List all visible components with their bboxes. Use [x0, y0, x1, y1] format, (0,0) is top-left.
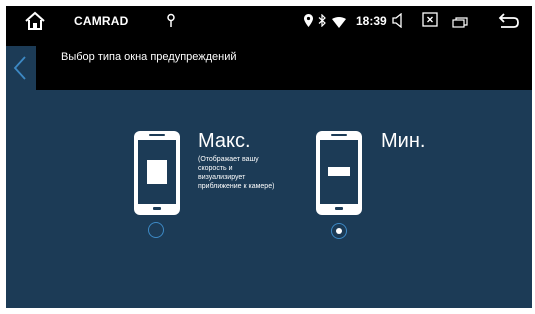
status-bar: CAMRAD 18:39	[6, 6, 532, 36]
phone-speaker	[149, 134, 165, 136]
location-icon	[304, 14, 313, 27]
wifi-icon	[332, 15, 346, 28]
min-phone-icon[interactable]	[316, 131, 362, 215]
page-title: Выбор типа окна предупреждений	[61, 51, 237, 63]
close-box-icon[interactable]	[422, 12, 438, 28]
screen: CAMRAD 18:39 Выбор типа окна предупрежде…	[6, 6, 532, 308]
clock: 18:39	[356, 14, 387, 28]
volume-icon[interactable]	[392, 12, 408, 29]
phone-home-button	[335, 207, 343, 210]
phone-speaker	[331, 134, 347, 136]
bluetooth-icon	[318, 13, 327, 28]
phone-screen	[320, 140, 358, 204]
chevron-left-icon	[13, 56, 26, 80]
title-bar: Выбор типа окна предупреждений	[6, 36, 532, 90]
back-arrow-icon[interactable]	[498, 12, 520, 29]
home-icon[interactable]	[24, 11, 46, 31]
min-option-label: Мин.	[381, 130, 426, 152]
max-option-description: (Отображает вашу скорость и визуализируе…	[198, 156, 275, 190]
window-icon[interactable]	[452, 15, 468, 28]
back-button[interactable]	[6, 46, 36, 90]
radio-selected-dot	[335, 227, 342, 234]
app-name: CAMRAD	[74, 14, 129, 28]
pin-icon	[166, 13, 176, 28]
max-option-label: Макс.	[198, 130, 251, 152]
small-window-preview	[328, 167, 350, 176]
max-phone-icon[interactable]	[134, 131, 180, 215]
phone-screen	[138, 140, 176, 204]
max-option-radio[interactable]	[148, 222, 164, 238]
min-option-radio[interactable]	[331, 223, 347, 239]
phone-home-button	[153, 207, 161, 210]
large-window-preview	[147, 160, 167, 184]
